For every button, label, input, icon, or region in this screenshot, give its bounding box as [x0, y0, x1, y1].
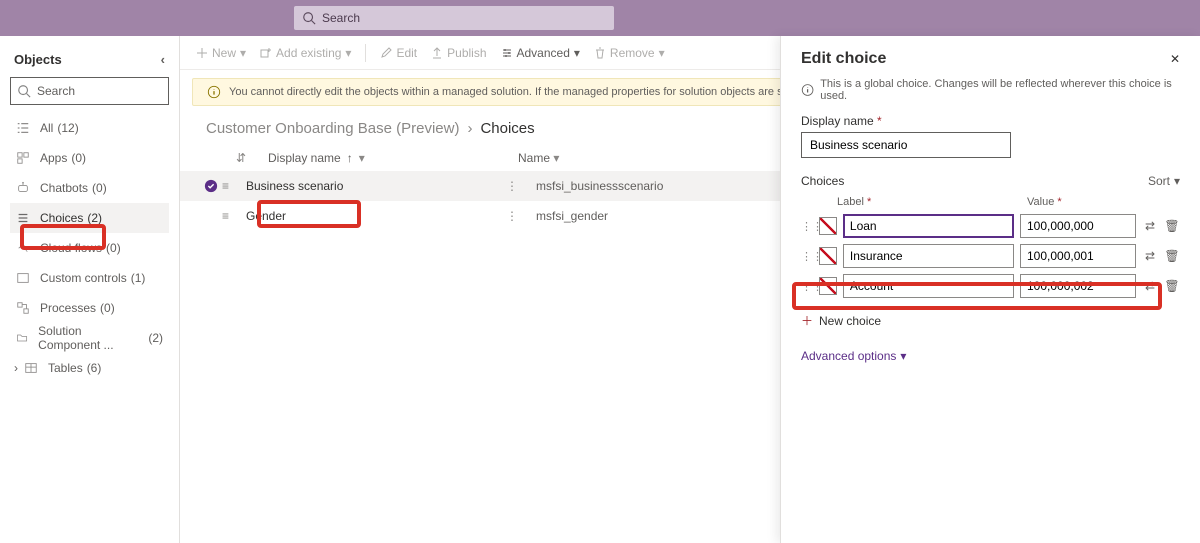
- row-type-icon: ≡: [222, 179, 246, 193]
- chevron-down-icon: ▾: [553, 151, 559, 165]
- choices-icon: [16, 211, 30, 225]
- delete-icon: [594, 47, 606, 59]
- info-icon: [207, 85, 221, 99]
- choice-row: ⋮⋮ ⇄ 🗑: [801, 214, 1180, 238]
- remove-button[interactable]: Remove▾: [594, 46, 665, 60]
- global-search-placeholder: Search: [322, 11, 360, 25]
- add-existing-button[interactable]: Add existing▾: [260, 46, 351, 60]
- list-icon: [16, 121, 30, 135]
- sidebar-search-input[interactable]: Search: [10, 77, 169, 105]
- sort-indicator-icon[interactable]: ⇵: [236, 151, 268, 165]
- row-more-icon[interactable]: ⋮: [506, 209, 536, 223]
- chevron-right-icon: ›: [467, 120, 472, 137]
- sidebar-search-placeholder: Search: [37, 84, 75, 98]
- plus-icon: [196, 47, 208, 59]
- delete-icon[interactable]: 🗑: [1164, 249, 1180, 263]
- edit-icon: [380, 47, 392, 59]
- edit-choice-panel: Edit choice ✕ This is a global choice. C…: [780, 36, 1200, 543]
- column-label-header: Label: [837, 196, 1027, 208]
- publish-icon: [431, 47, 443, 59]
- sidebar-item-chatbots[interactable]: Chatbots(0): [10, 173, 169, 203]
- sidebar-item-all[interactable]: All(12): [10, 113, 169, 143]
- choice-row: ⋮⋮ ⇄ 🗑: [801, 244, 1180, 268]
- choice-row: ⋮⋮ ⇄ 🗑: [801, 274, 1180, 298]
- sidebar-item-choices[interactable]: Choices(2): [10, 203, 169, 233]
- flow-icon: [16, 241, 30, 255]
- color-picker-icon[interactable]: [819, 247, 837, 265]
- folder-icon: [16, 331, 28, 345]
- settings-icon[interactable]: ⇄: [1142, 279, 1158, 293]
- sidebar-item-processes[interactable]: Processes(0): [10, 293, 169, 323]
- chatbot-icon: [16, 181, 30, 195]
- new-choice-button[interactable]: ＋ New choice: [801, 312, 1180, 329]
- expand-tables-icon[interactable]: ›: [10, 353, 22, 383]
- breadcrumb-current: Choices: [480, 120, 534, 137]
- drag-handle-icon[interactable]: ⋮⋮: [801, 280, 813, 293]
- chevron-down-icon: ▾: [659, 46, 665, 60]
- chevron-down-icon: ▾: [359, 151, 365, 165]
- drag-handle-icon[interactable]: ⋮⋮: [801, 220, 813, 233]
- top-bar: Search: [0, 0, 1200, 36]
- sidebar-item-cloud-flows[interactable]: Cloud flows(0): [10, 233, 169, 263]
- edit-button[interactable]: Edit: [380, 46, 417, 60]
- chevron-down-icon: ▾: [345, 46, 351, 60]
- apps-icon: [16, 151, 30, 165]
- choices-section-label: Choices: [801, 174, 844, 188]
- delete-icon[interactable]: 🗑: [1164, 279, 1180, 293]
- sidebar-item-solution-components[interactable]: Solution Component ...(2): [10, 323, 169, 353]
- chevron-down-icon: ▾: [900, 349, 906, 363]
- delete-icon[interactable]: 🗑: [1164, 219, 1180, 233]
- color-picker-icon[interactable]: [819, 277, 837, 295]
- column-value-header: Value: [1027, 196, 1062, 208]
- chevron-down-icon: ▾: [240, 46, 246, 60]
- row-type-icon: ≡: [222, 209, 246, 223]
- table-icon: [24, 361, 38, 375]
- sidebar-item-custom-controls[interactable]: Custom controls(1): [10, 263, 169, 293]
- add-existing-icon: [260, 47, 272, 59]
- plus-icon: ＋: [801, 312, 813, 329]
- info-icon: [801, 83, 814, 97]
- settings-icon[interactable]: ⇄: [1142, 219, 1158, 233]
- search-icon: [302, 11, 316, 25]
- panel-title: Edit choice: [801, 50, 886, 68]
- sort-button[interactable]: Sort▾: [1148, 174, 1180, 188]
- sidebar-collapse-icon[interactable]: ‹: [161, 52, 165, 67]
- checked-icon: [204, 179, 218, 193]
- choice-label-input[interactable]: [843, 274, 1014, 298]
- color-picker-icon[interactable]: [819, 217, 837, 235]
- chevron-down-icon: ▾: [1174, 174, 1180, 188]
- choice-label-input[interactable]: [843, 244, 1014, 268]
- publish-button[interactable]: Publish: [431, 46, 486, 60]
- controls-icon: [16, 271, 30, 285]
- choice-value-input[interactable]: [1020, 214, 1136, 238]
- advanced-icon: [501, 47, 513, 59]
- row-display-name: Business scenario: [246, 179, 506, 193]
- drag-handle-icon[interactable]: ⋮⋮: [801, 250, 813, 263]
- settings-icon[interactable]: ⇄: [1142, 249, 1158, 263]
- choice-value-input[interactable]: [1020, 244, 1136, 268]
- process-icon: [16, 301, 30, 315]
- advanced-button[interactable]: Advanced▾: [501, 46, 580, 60]
- new-button[interactable]: New▾: [196, 46, 246, 60]
- display-name-label: Display name: [801, 114, 1180, 128]
- sidebar-title: Objects: [14, 52, 62, 67]
- advanced-options-toggle[interactable]: Advanced options ▾: [801, 349, 1180, 363]
- chevron-down-icon: ▾: [574, 46, 580, 60]
- search-icon: [17, 84, 31, 98]
- global-search-input[interactable]: Search: [294, 6, 614, 30]
- close-icon[interactable]: ✕: [1170, 52, 1180, 66]
- display-name-input[interactable]: [801, 132, 1011, 158]
- row-more-icon[interactable]: ⋮: [506, 179, 536, 193]
- sidebar: Objects ‹ Search All(12) Apps(0) Chatbot…: [0, 36, 180, 543]
- panel-info-text: This is a global choice. Changes will be…: [820, 78, 1180, 102]
- column-display-name[interactable]: Display name↑▾: [268, 151, 518, 165]
- choice-value-input[interactable]: [1020, 274, 1136, 298]
- choice-label-input[interactable]: [843, 214, 1014, 238]
- sidebar-item-tables[interactable]: Tables(6): [24, 353, 107, 383]
- breadcrumb-root[interactable]: Customer Onboarding Base (Preview): [206, 120, 459, 137]
- sort-asc-icon: ↑: [347, 151, 353, 165]
- row-display-name: Gender: [246, 209, 506, 223]
- sidebar-item-apps[interactable]: Apps(0): [10, 143, 169, 173]
